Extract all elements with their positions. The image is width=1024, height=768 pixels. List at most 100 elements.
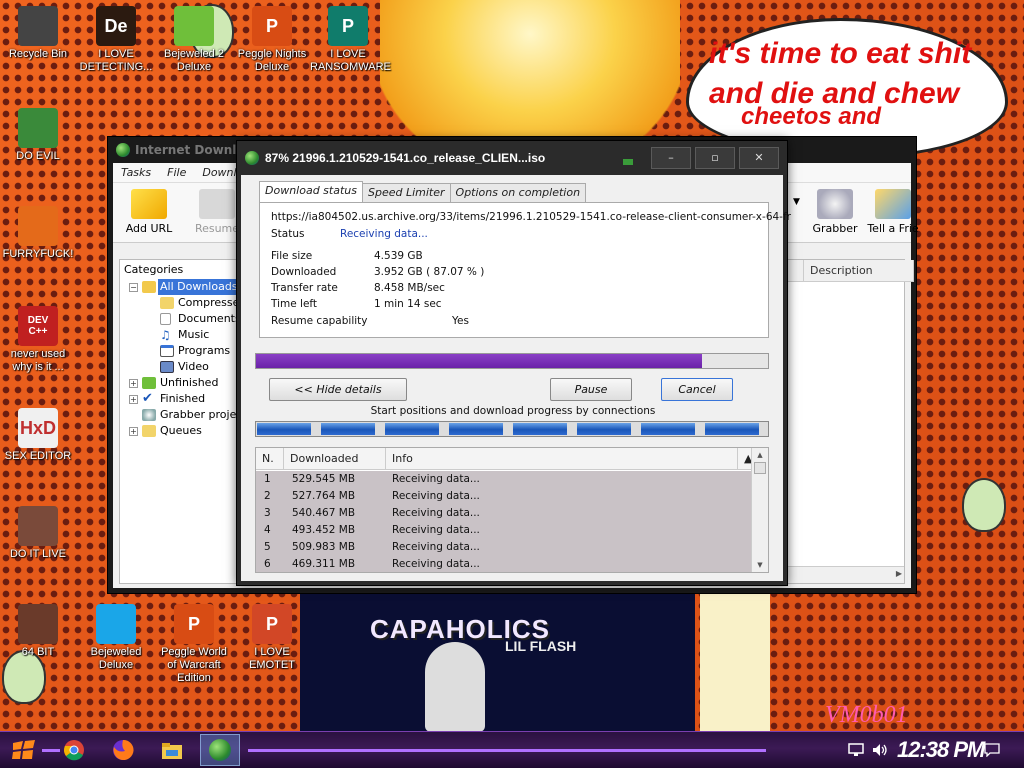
tab-speed-limiter[interactable]: Speed Limiter [361, 183, 451, 202]
tree-finished[interactable]: + ✔ Finished [120, 391, 238, 407]
grid-header-sort-icon[interactable]: ▲ [738, 448, 752, 470]
add-url-button[interactable]: Add URL [117, 189, 181, 235]
scroll-thumb[interactable] [754, 462, 766, 474]
chrome-icon[interactable] [60, 737, 88, 763]
connection-downloaded: 493.452 MB [292, 524, 356, 536]
desktop-icon[interactable]: P Peggle Nights Deluxe [234, 6, 310, 74]
tab-options-on-completion[interactable]: Options on completion [449, 183, 587, 202]
scroll-down-arrow-icon[interactable]: ▼ [755, 560, 765, 570]
music-note-icon: ♫ [160, 328, 171, 342]
download-progress-fill [256, 354, 702, 368]
connection-row[interactable]: 5 509.983 MB Receiving data... [256, 539, 751, 556]
time-left-value: 1 min 14 sec [374, 298, 442, 310]
desktop-icon[interactable]: DO IT LIVE [0, 506, 76, 561]
tree-all-downloads[interactable]: − All Downloads [120, 279, 240, 295]
connection-n: 2 [264, 490, 271, 502]
expand-toggle[interactable]: + [129, 379, 138, 388]
status-value: Receiving data... [340, 228, 428, 240]
tree-documents[interactable]: Documents [120, 311, 241, 327]
toolbar-dropdown-arrow[interactable]: ▼ [793, 197, 800, 207]
maximize-button[interactable]: ▫ [695, 147, 735, 169]
hide-details-button[interactable]: << Hide details [269, 378, 407, 401]
connection-row[interactable]: 4 493.452 MB Receiving data... [256, 522, 751, 539]
connection-segment [385, 423, 439, 435]
download-url: https://ia804502.us.archive.org/33/items… [271, 211, 791, 223]
grid-vertical-scrollbar[interactable]: ▲ ▼ [751, 448, 768, 572]
tab-download-status[interactable]: Download status [259, 181, 363, 202]
tree-video[interactable]: Video [120, 359, 238, 375]
desktop-icon[interactable]: DO EVIL [0, 108, 76, 163]
desktop-icon[interactable]: HxD SEX EDITOR [0, 408, 76, 463]
tree-grabber-projects[interactable]: Grabber projec [120, 407, 242, 423]
downloaded-label: Downloaded [271, 266, 337, 278]
tell-friend-button[interactable]: Tell a Frie [861, 189, 925, 235]
idm-taskbar-icon[interactable] [200, 734, 240, 766]
column-header-description[interactable]: Description [804, 260, 914, 282]
desktop-icon[interactable]: Bejeweled 2 Deluxe [156, 6, 232, 74]
peggle-wow-icon: P [174, 604, 214, 644]
close-button[interactable]: ✕ [739, 147, 779, 169]
queue-folder-icon [142, 425, 156, 437]
pin-icon[interactable] [623, 159, 633, 165]
taskbar-clock[interactable]: 12:38 PM [897, 737, 985, 763]
desktop-icon[interactable]: Bejeweled Deluxe [78, 604, 154, 672]
pause-button[interactable]: Pause [550, 378, 632, 401]
connection-row[interactable]: 2 527.764 MB Receiving data... [256, 488, 751, 505]
connection-segment [257, 423, 311, 435]
expand-toggle[interactable]: + [129, 427, 138, 436]
tree-music[interactable]: ♫ Music [120, 327, 238, 343]
idm-titlebar[interactable]: Internet Downlo [116, 141, 245, 159]
desktop-icon[interactable]: PI LOVE RANSOMWARE [310, 6, 391, 74]
folder-open-icon [142, 281, 156, 293]
desktop-icon[interactable]: 64 BIT [0, 604, 76, 659]
grabber-button[interactable]: Grabber [803, 189, 867, 235]
tree-label: Documents [178, 312, 241, 325]
grid-header-number[interactable]: N. [256, 448, 284, 470]
resume-capability-value: Yes [452, 315, 469, 327]
collapse-toggle[interactable]: − [129, 283, 138, 292]
idm-globe-icon [116, 143, 130, 157]
expand-toggle[interactable]: + [129, 395, 138, 404]
network-icon[interactable] [846, 737, 866, 763]
gem-icon [96, 604, 136, 644]
publisher-icon: P [328, 6, 368, 46]
file-explorer-icon[interactable] [158, 737, 186, 763]
menu-tasks[interactable]: Tasks [121, 166, 151, 179]
tree-queues[interactable]: + Queues [120, 423, 238, 439]
download-progress-dialog: 87% 21996.1.210529-1541.co_release_CLIEN… [236, 140, 791, 586]
tree-compressed[interactable]: Compresse [120, 295, 239, 311]
grid-header-info[interactable]: Info [386, 448, 738, 470]
connection-row[interactable]: 6 469.311 MB Receiving data... [256, 556, 751, 572]
menu-file[interactable]: File [167, 166, 186, 179]
desktop-icon[interactable]: Recycle Bin [0, 6, 76, 61]
file-size-value: 4.539 GB [374, 250, 423, 262]
tree-unfinished[interactable]: + Unfinished [120, 375, 238, 391]
firefox-icon[interactable] [109, 737, 137, 763]
devcpp-icon: DEV C++ [18, 306, 58, 346]
idm-globe-icon [209, 739, 231, 761]
volume-icon[interactable] [870, 737, 890, 763]
connection-row[interactable]: 3 540.467 MB Receiving data... [256, 505, 751, 522]
desktop-icon-label: Recycle Bin [8, 48, 68, 60]
desktop-icon[interactable]: DEV C++ never used why is it ... [0, 306, 76, 374]
desktop-icon[interactable]: De I LOVE DETECTING... [78, 6, 154, 74]
notification-icon[interactable] [982, 737, 1002, 763]
grid-header-downloaded[interactable]: Downloaded [284, 448, 386, 470]
connection-segment [513, 423, 567, 435]
tree-label: Unfinished [160, 376, 219, 389]
dialog-titlebar[interactable]: 87% 21996.1.210529-1541.co_release_CLIEN… [245, 151, 545, 165]
start-icon[interactable] [10, 737, 38, 763]
scroll-up-arrow-icon[interactable]: ▲ [755, 450, 765, 460]
minimize-button[interactable]: – [651, 147, 691, 169]
tree-programs[interactable]: Programs [120, 343, 238, 359]
cancel-button[interactable]: Cancel [661, 378, 733, 401]
desktop-icon[interactable]: FURRYFUCK! [0, 206, 76, 261]
scroll-right-arrow-icon[interactable]: ▶ [896, 569, 902, 578]
tree-label: Video [178, 360, 209, 373]
connection-n: 3 [264, 507, 271, 519]
desktop-icon[interactable]: P Peggle World of Warcraft Edition [156, 604, 232, 685]
desktop-icon[interactable]: PI LOVE EMOTET [234, 604, 310, 672]
grabber-icon [817, 189, 853, 219]
connection-row[interactable]: 1 529.545 MB Receiving data... [256, 471, 751, 488]
taskbar: 12:38 PM [0, 731, 1024, 768]
